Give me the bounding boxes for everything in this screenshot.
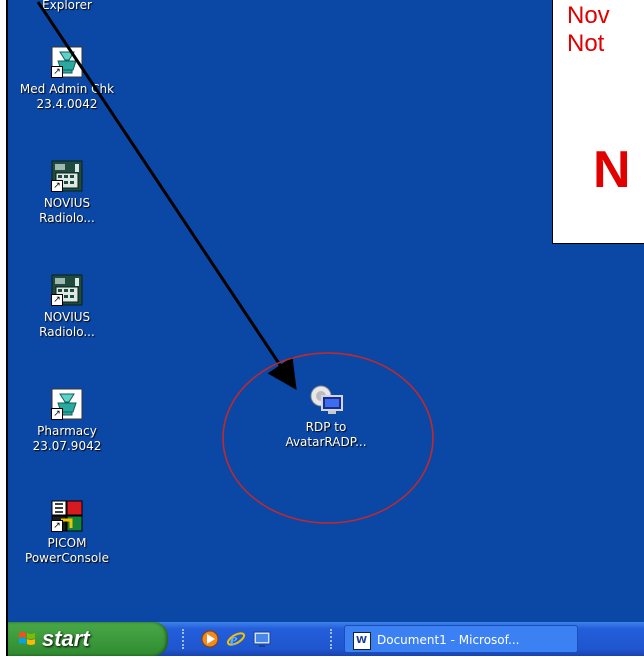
desktop-icon-label: NOVIUS [43,196,91,210]
quick-launch-separator [330,629,335,649]
desktop-icon-label: Med Admin Chk [19,82,115,96]
mortar-pestle-icon: ↗ [51,388,83,420]
notice-window: Nov Not N [552,0,644,244]
start-label: start [42,626,90,651]
notice-line-2: Not [567,30,605,57]
desktop-icon-label: 23.07.9042 [32,439,102,453]
internet-explorer-icon[interactable]: e [226,629,246,649]
desktop-icon-label: Pharmacy [37,424,97,438]
desktop-icon-label: NOVIUS [43,310,91,324]
desktop-icon-label: Radiolo... [39,211,95,225]
desktop: Explorer ↗ Med Admin Chk 23.4.0042 ↗ NOV… [6,0,644,622]
screenshot-frame: Explorer ↗ Med Admin Chk 23.4.0042 ↗ NOV… [0,0,644,662]
desktop-icon-pharmacy[interactable]: ↗ Pharmacy 23.07.9042 [12,388,122,454]
start-button[interactable]: start [8,622,168,656]
novius-radiology-icon: ↗ [51,160,83,192]
desktop-icon-picom-powerconsole[interactable]: ↗ PICOM PowerConsole [12,500,122,566]
taskbar-button-label: Document1 - Microsof... [377,633,520,647]
desktop-icon-novius-radiology-2[interactable]: ↗ NOVIUS Radiolo... [12,274,122,340]
notice-line-1: Nov [567,2,610,29]
picom-icon: ↗ [51,500,83,532]
desktop-icon-novius-radiology-1[interactable]: ↗ NOVIUS Radiolo... [12,160,122,226]
taskbar: start e Document1 - Microsof. [6,622,644,656]
word-document-icon [353,627,371,655]
desktop-icon-label: PICOM [47,536,87,550]
mortar-pestle-icon: ↗ [51,46,83,78]
show-desktop-icon[interactable] [252,629,272,649]
desktop-icon-label: 23.4.0042 [36,97,98,111]
notice-large-letter: N [593,141,631,199]
desktop-icon-label: AvatarRADP... [285,435,367,449]
desktop-icon-label: RDP to [305,420,347,434]
taskbar-button-document1[interactable]: Document1 - Microsof... [344,625,578,655]
windows-logo-icon [19,632,35,645]
media-player-icon[interactable] [200,629,220,649]
desktop-icon-label: Radiolo... [39,325,95,339]
desktop-icon-explorer[interactable]: Explorer [12,0,122,13]
desktop-icon-label: Explorer [42,0,92,12]
desktop-icon-med-admin-chk[interactable]: ↗ Med Admin Chk 23.4.0042 [12,46,122,112]
quick-launch-separator [182,629,187,649]
remote-desktop-icon [310,384,343,416]
desktop-icon-rdp-avatar[interactable]: RDP to AvatarRADP... [266,384,386,450]
desktop-icon-label: PowerConsole [25,551,109,565]
novius-radiology-icon: ↗ [51,274,83,306]
svg-text:e: e [230,630,238,649]
